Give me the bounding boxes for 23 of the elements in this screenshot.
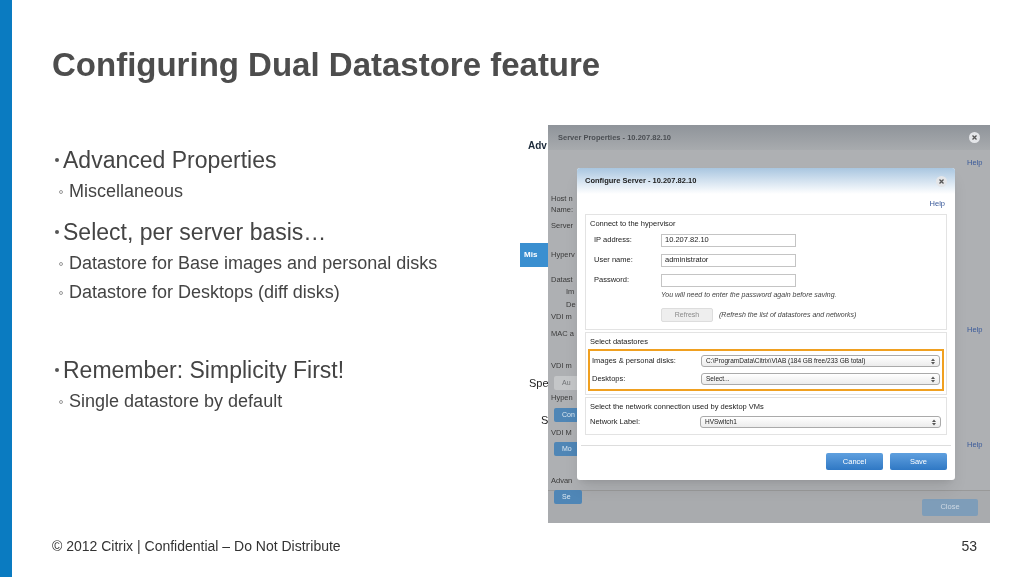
close-icon[interactable] xyxy=(936,175,947,187)
sub-bullet-text: Datastore for Base images and personal disks xyxy=(69,252,438,275)
slide-title: Configuring Dual Datastore feature xyxy=(52,48,602,81)
updown-icon xyxy=(932,418,936,426)
updown-icon xyxy=(931,357,935,365)
sub-bullet-text: Single datastore by default xyxy=(69,390,283,413)
bullet-icon xyxy=(55,158,59,162)
page-number: 53 xyxy=(961,536,977,556)
bullet-text: Advanced Properties xyxy=(63,146,277,175)
bullet-text: Select, per server basis… xyxy=(63,218,327,247)
bullet-icon xyxy=(55,230,59,234)
bullet-icon xyxy=(55,368,59,372)
sub-bullet-text: Miscellaneous xyxy=(69,180,184,203)
page-label: S xyxy=(541,413,549,428)
page-label: Spe xyxy=(529,376,549,391)
close-icon[interactable] xyxy=(969,132,980,143)
updown-icon xyxy=(931,375,935,383)
sub-bullet-text: Datastore for Desktops (diff disks) xyxy=(69,281,340,304)
page-heading: Adv xyxy=(528,139,547,153)
side-tab[interactable]: Mis xyxy=(520,243,548,267)
footer-text: © 2012 Citrix | Confidential – Do Not Distribute xyxy=(52,536,341,556)
bullet-text: Remember: Simplicity First! xyxy=(63,356,345,385)
text-field[interactable] xyxy=(661,273,796,287)
